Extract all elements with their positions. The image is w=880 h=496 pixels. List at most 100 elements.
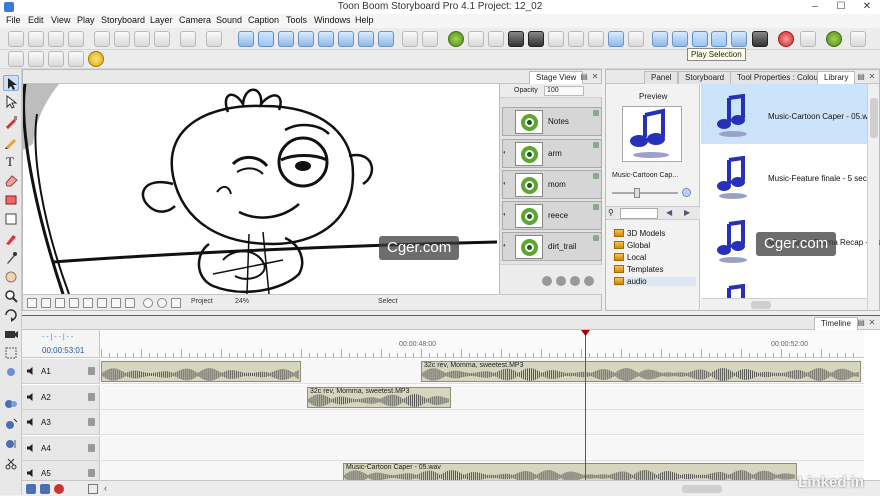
opacity-input[interactable]: 100 bbox=[544, 86, 584, 96]
delete-layer-icon[interactable] bbox=[556, 276, 566, 286]
onion-skin-icon[interactable] bbox=[258, 31, 274, 47]
speaker-icon[interactable] bbox=[27, 392, 35, 401]
library-scrollbar[interactable] bbox=[867, 84, 879, 310]
panel-menu-icon[interactable]: ▤ bbox=[856, 318, 866, 328]
fit-to-view-icon[interactable] bbox=[628, 31, 644, 47]
panel-menu-icon[interactable]: ▤ bbox=[579, 72, 589, 82]
light-table-toggle-icon[interactable] bbox=[157, 298, 167, 308]
tree-item-templates[interactable]: Templates bbox=[614, 265, 663, 274]
first-frame-icon[interactable] bbox=[672, 31, 688, 47]
new-project-icon[interactable] bbox=[8, 31, 24, 47]
fit-view-icon[interactable] bbox=[27, 298, 37, 308]
contour-editor-icon[interactable] bbox=[3, 94, 19, 110]
layer-row[interactable]: ◐ dirt_trail bbox=[502, 232, 602, 261]
tree-item-3d-models[interactable]: 3D Models bbox=[614, 229, 665, 238]
lock-icon[interactable] bbox=[593, 110, 599, 116]
preview-slider[interactable] bbox=[612, 187, 692, 199]
duplicate-panel-icon[interactable] bbox=[528, 31, 544, 47]
paste-icon[interactable] bbox=[134, 31, 150, 47]
sound-clip[interactable] bbox=[101, 361, 301, 382]
track-header[interactable]: A1 bbox=[22, 359, 100, 384]
zoom-out-icon[interactable] bbox=[422, 31, 438, 47]
rotate-tool-icon[interactable] bbox=[3, 307, 19, 323]
field-guide-icon[interactable] bbox=[69, 298, 79, 308]
sound-track-icon[interactable] bbox=[40, 484, 50, 494]
sound-clip[interactable]: 32c rev, Momma, sweetest.MP3 bbox=[307, 386, 451, 408]
menu-layer[interactable]: Layer bbox=[150, 15, 173, 25]
lightbulb-icon[interactable] bbox=[88, 51, 104, 67]
menu-edit[interactable]: Edit bbox=[28, 15, 44, 25]
lock-icon[interactable] bbox=[88, 367, 95, 375]
timeline-ruler[interactable]: 00:00:48:00 00:00:52:00 bbox=[101, 330, 864, 358]
close-button[interactable]: ✕ bbox=[854, 0, 880, 14]
menu-caption[interactable]: Caption bbox=[248, 15, 279, 25]
sound-volume-icon[interactable] bbox=[3, 436, 19, 452]
menu-tools[interactable]: Tools bbox=[286, 15, 307, 25]
pencil-tool-icon[interactable] bbox=[826, 31, 842, 47]
shape-tool-icon[interactable] bbox=[3, 211, 19, 227]
scroll-left-icon[interactable]: ‹ bbox=[104, 483, 107, 493]
lock-icon[interactable] bbox=[88, 443, 95, 452]
smart-join-icon[interactable] bbox=[568, 31, 584, 47]
nav-back-icon[interactable]: ◀ bbox=[666, 208, 672, 217]
lock-icon[interactable] bbox=[593, 142, 599, 148]
speaker-icon[interactable] bbox=[27, 367, 35, 375]
timeline-scroll-thumb[interactable] bbox=[682, 485, 722, 493]
track-header[interactable]: A2 bbox=[22, 384, 100, 410]
transform-tool-icon[interactable] bbox=[3, 345, 19, 361]
menu-camera[interactable]: Camera bbox=[179, 15, 211, 25]
track-header[interactable]: A4 bbox=[22, 435, 100, 461]
rename-scene-icon[interactable] bbox=[588, 31, 604, 47]
delete-panel-icon[interactable] bbox=[508, 31, 524, 47]
save-as-icon[interactable] bbox=[68, 31, 84, 47]
zoom-in-icon[interactable] bbox=[402, 31, 418, 47]
layer-row[interactable]: ◐ reece bbox=[502, 201, 602, 230]
layer-row[interactable]: ◐ arm bbox=[502, 139, 602, 168]
overlay-icon[interactable] bbox=[97, 298, 107, 308]
menu-sound[interactable]: Sound bbox=[216, 15, 242, 25]
copy-icon[interactable] bbox=[114, 31, 130, 47]
library-hscrollbar[interactable] bbox=[701, 298, 867, 310]
tab-timeline[interactable]: Timeline bbox=[814, 317, 858, 330]
visibility-icon[interactable]: ◐ bbox=[503, 150, 511, 158]
tab-tool-properties[interactable]: Tool Properties : Colour bbox=[730, 71, 828, 84]
layer-row[interactable]: Notes bbox=[502, 107, 602, 136]
onion-skin-toggle-icon[interactable] bbox=[171, 298, 181, 308]
track-lane[interactable] bbox=[101, 435, 864, 461]
nav-forward-icon[interactable]: ▶ bbox=[684, 208, 690, 217]
import-image-icon[interactable] bbox=[8, 51, 24, 67]
add-layer-icon[interactable] bbox=[542, 276, 552, 286]
color-wheel-icon[interactable] bbox=[143, 298, 153, 308]
import-psd-icon[interactable] bbox=[28, 51, 44, 67]
menu-view[interactable]: View bbox=[51, 15, 70, 25]
tab-library[interactable]: Library bbox=[817, 71, 856, 84]
sound-clip[interactable]: 32c rev, Momma, sweetest.MP3 bbox=[421, 361, 861, 382]
delete-icon[interactable] bbox=[154, 31, 170, 47]
pencil-tool-icon[interactable] bbox=[3, 134, 19, 150]
new-panel-icon[interactable] bbox=[448, 31, 464, 47]
menu-play[interactable]: Play bbox=[77, 15, 95, 25]
tree-item-global[interactable]: Global bbox=[614, 241, 650, 250]
zoom-level[interactable]: 24% bbox=[235, 298, 249, 305]
record-sound-icon[interactable] bbox=[54, 484, 64, 494]
safe-area-toggle-icon[interactable] bbox=[55, 298, 65, 308]
lock-icon[interactable] bbox=[593, 235, 599, 241]
drawing-canvas[interactable]: Cger.com bbox=[23, 84, 499, 294]
open-project-icon[interactable] bbox=[28, 31, 44, 47]
undo-icon[interactable] bbox=[180, 31, 196, 47]
sound-scrub-icon[interactable] bbox=[3, 396, 19, 412]
lock-icon[interactable] bbox=[593, 173, 599, 179]
export-icon[interactable] bbox=[48, 51, 64, 67]
sound-cutter-icon[interactable] bbox=[3, 416, 19, 432]
save-icon[interactable] bbox=[48, 31, 64, 47]
camera-tool-icon[interactable] bbox=[3, 326, 19, 342]
maximize-button[interactable]: ☐ bbox=[828, 0, 854, 14]
tab-storyboard[interactable]: Storyboard bbox=[678, 71, 732, 84]
lock-icon[interactable] bbox=[88, 418, 95, 426]
view-mode[interactable]: Project bbox=[191, 298, 213, 305]
search-input[interactable] bbox=[620, 208, 658, 219]
library-item[interactable]: Music-Feature finale - 5 sec.. bbox=[701, 146, 871, 206]
visibility-icon[interactable]: ◐ bbox=[503, 243, 511, 251]
track-lane[interactable]: 32c rev, Momma, sweetest.MP3 bbox=[101, 359, 864, 384]
tree-item-local[interactable]: Local bbox=[614, 253, 646, 262]
